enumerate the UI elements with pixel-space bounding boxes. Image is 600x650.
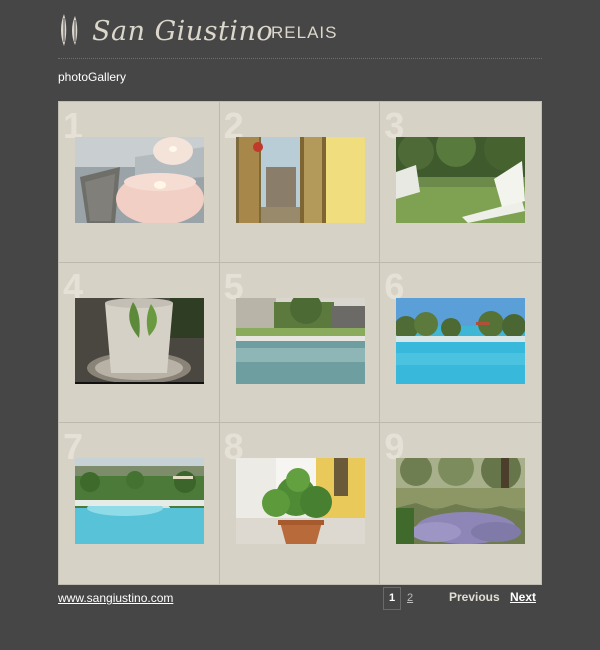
logo-relais-word: RELAIS: [271, 23, 338, 42]
gallery-item-1[interactable]: 1: [59, 102, 220, 263]
header-divider: [58, 58, 542, 59]
logo-wordmark: San Giustino: [92, 16, 274, 47]
photo-thumbnail-stone-urn[interactable]: [75, 297, 204, 384]
gallery-item-2[interactable]: 2: [219, 102, 381, 263]
leaf-logo-icon: [61, 14, 78, 46]
photo-thumbnail-candles[interactable]: [75, 137, 204, 223]
gallery-item-6[interactable]: 6: [380, 263, 541, 424]
gallery-item-5[interactable]: 5: [219, 262, 381, 424]
website-link[interactable]: www.sangiustino.com: [58, 591, 173, 605]
gallery-item-3[interactable]: 3: [380, 102, 541, 263]
gallery-item-9[interactable]: 9: [380, 423, 541, 584]
photo-thumbnail-pool-olives[interactable]: [396, 297, 526, 384]
page-1-button[interactable]: 1: [383, 586, 401, 610]
photo-thumbnail-potted-tree[interactable]: [235, 458, 365, 545]
photo-thumbnail-mirror[interactable]: [235, 137, 365, 223]
site-header: San Giustino RELAIS: [58, 10, 542, 58]
next-button[interactable]: Next: [510, 590, 536, 604]
gallery-item-7[interactable]: 7: [59, 423, 220, 584]
page-title: photoGallery: [58, 70, 127, 84]
photo-gallery-grid: 1 2 3 4 5 6 7 8 9: [58, 101, 542, 585]
previous-button[interactable]: Previous: [449, 590, 500, 604]
photo-thumbnail-lavender-olives[interactable]: [396, 458, 526, 545]
pagination: 1 2: [383, 586, 413, 610]
photo-thumbnail-pool-house[interactable]: [235, 297, 365, 384]
photo-thumbnail-lounge-chairs[interactable]: [396, 137, 526, 223]
gallery-item-4[interactable]: 4: [59, 262, 220, 424]
photo-thumbnail-pool-garden[interactable]: [75, 458, 204, 545]
gallery-item-8[interactable]: 8: [220, 423, 381, 584]
page-2-link[interactable]: 2: [407, 592, 413, 604]
